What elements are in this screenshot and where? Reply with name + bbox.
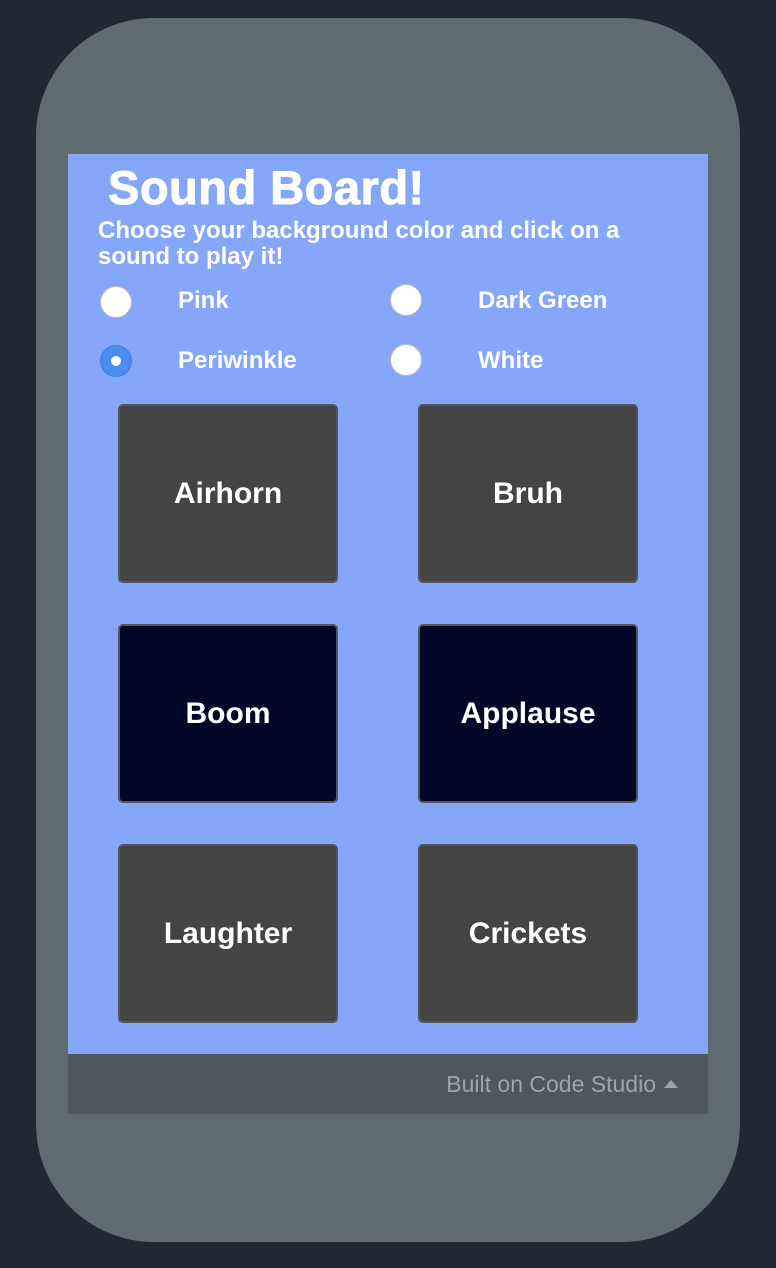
page-title: Sound Board! bbox=[108, 161, 425, 215]
app-screen: Sound Board! Choose your background colo… bbox=[68, 154, 708, 1054]
footer-bar: Built on Code Studio bbox=[68, 1054, 708, 1114]
instructions-text: Choose your background color and click o… bbox=[98, 217, 620, 270]
crickets-button[interactable]: Crickets bbox=[418, 844, 638, 1023]
radio-pink[interactable] bbox=[100, 286, 132, 318]
boom-button[interactable]: Boom bbox=[118, 624, 338, 803]
radio-label-dark-green: Dark Green bbox=[478, 287, 608, 314]
airhorn-button[interactable]: Airhorn bbox=[118, 404, 338, 583]
applause-button[interactable]: Applause bbox=[418, 624, 638, 803]
radio-label-pink: Pink bbox=[178, 287, 229, 314]
radio-dark-green[interactable] bbox=[390, 284, 422, 316]
laughter-button[interactable]: Laughter bbox=[118, 844, 338, 1023]
caret-up-icon[interactable] bbox=[664, 1080, 678, 1088]
built-on-code-studio-link[interactable]: Built on Code Studio bbox=[446, 1070, 656, 1098]
radio-label-periwinkle: Periwinkle bbox=[178, 347, 297, 374]
radio-label-white: White bbox=[478, 347, 544, 374]
radio-periwinkle[interactable] bbox=[100, 345, 132, 377]
radio-white[interactable] bbox=[390, 344, 422, 376]
bruh-button[interactable]: Bruh bbox=[418, 404, 638, 583]
